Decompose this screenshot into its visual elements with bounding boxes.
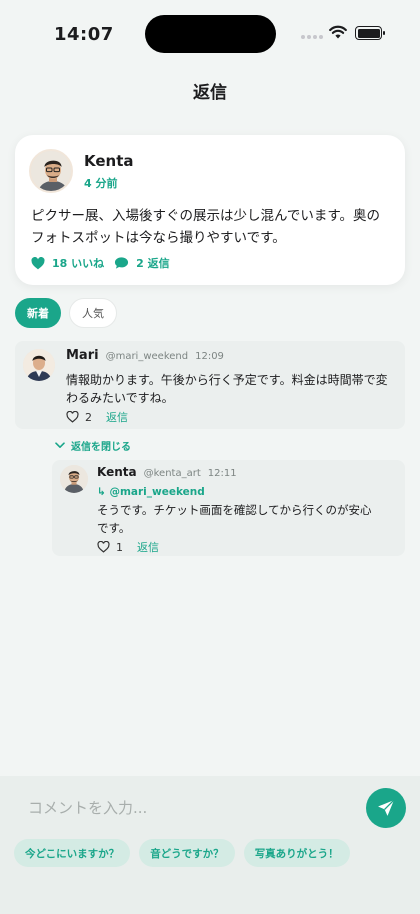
- reply-actions: 1 返信: [97, 539, 159, 555]
- quick-reply-chip[interactable]: 音どうですか？: [139, 839, 235, 867]
- wifi-icon: [329, 25, 347, 39]
- reply-reply-button[interactable]: 返信: [137, 539, 159, 555]
- battery-icon: [355, 26, 385, 40]
- reply-like-button[interactable]: 1: [97, 541, 123, 554]
- comment-actions: 2 返信: [66, 409, 128, 425]
- reply-like-count: 1: [116, 540, 123, 554]
- avatar: [23, 349, 55, 381]
- sort-tabs: 新着 人気: [15, 298, 117, 328]
- status-time: 14:07: [54, 24, 114, 45]
- reply-timestamp: 12:11: [207, 468, 237, 479]
- comment-text: 情報助かります。午後から行く予定です。料金は時間帯で変わるみたいですね。: [66, 373, 388, 405]
- original-post-card: Kenta 4 分前 ピクサー展、入場後すぐの展示は少し混んでいます。奥のフォト…: [15, 135, 405, 285]
- post-author-name[interactable]: Kenta: [84, 152, 134, 170]
- collapse-replies-label: 返信を閉じる: [71, 442, 131, 453]
- dynamic-island: [145, 15, 276, 53]
- status-bar: 14:07: [0, 0, 420, 60]
- comment-reply-button[interactable]: 返信: [106, 409, 128, 425]
- post-body-text: ピクサー展、入場後すぐの展示は少し混んでいます。奥のフォトスポットは今なら撮りや…: [31, 208, 380, 246]
- comment-author-handle: @mari_weekend: [105, 351, 189, 362]
- tab-newest[interactable]: 新着: [15, 298, 61, 328]
- reply-header: Kenta @kenta_art 12:11: [97, 465, 237, 479]
- comment-author-name[interactable]: Mari: [66, 348, 99, 363]
- reply-author-name[interactable]: Kenta: [97, 465, 137, 479]
- nested-reply-item: Kenta @kenta_art 12:11 ↳ @mari_weekend そ…: [52, 460, 405, 556]
- send-button[interactable]: [366, 788, 406, 828]
- comment-header: Mari @mari_weekend 12:09: [66, 348, 224, 363]
- heart-outline-icon: [97, 541, 110, 553]
- tab-popular[interactable]: 人気: [69, 298, 117, 328]
- post-timestamp: 4 分前: [84, 177, 118, 190]
- page-title: 返信: [193, 83, 227, 103]
- quick-reply-chip[interactable]: 写真ありがとう！: [243, 839, 350, 867]
- avatar: [29, 149, 73, 193]
- collapse-replies-button[interactable]: 返信を閉じる: [55, 438, 131, 453]
- reply-text: そうです。チケット画面を確認してから行くのが安心です。: [97, 503, 372, 535]
- comment-item: Mari @mari_weekend 12:09 情報助かります。午後から行く予…: [15, 341, 405, 429]
- heart-outline-icon: [66, 411, 79, 423]
- post-like-count: 18 いいね: [52, 257, 105, 270]
- send-icon: [378, 799, 395, 816]
- avatar: [60, 465, 88, 493]
- post-replies-button[interactable]: 2 返信: [114, 255, 170, 271]
- comment-input-wrapper: [14, 788, 354, 828]
- reply-mention[interactable]: ↳ @mari_weekend: [97, 486, 205, 498]
- chat-bubble-icon: [115, 257, 129, 269]
- post-reply-count: 2 返信: [136, 257, 170, 270]
- comment-composer: 今どこにいますか？ 音どうですか？ 写真ありがとう！: [0, 776, 420, 914]
- post-like-button[interactable]: 18 いいね: [31, 255, 104, 271]
- comment-like-button[interactable]: 2: [66, 411, 92, 424]
- chevron-down-icon: [55, 442, 65, 448]
- comment-timestamp: 12:09: [195, 351, 224, 362]
- post-actions: 18 いいね 2 返信: [31, 255, 180, 271]
- quick-reply-chip[interactable]: 今どこにいますか？: [14, 839, 131, 867]
- reply-author-handle: @kenta_art: [143, 468, 201, 479]
- quick-reply-chips: 今どこにいますか？ 音どうですか？ 写真ありがとう！: [14, 839, 350, 867]
- heart-icon: [31, 256, 45, 269]
- comment-input[interactable]: [14, 788, 354, 828]
- comment-like-count: 2: [85, 410, 92, 424]
- cellular-signal-icon: [301, 35, 323, 39]
